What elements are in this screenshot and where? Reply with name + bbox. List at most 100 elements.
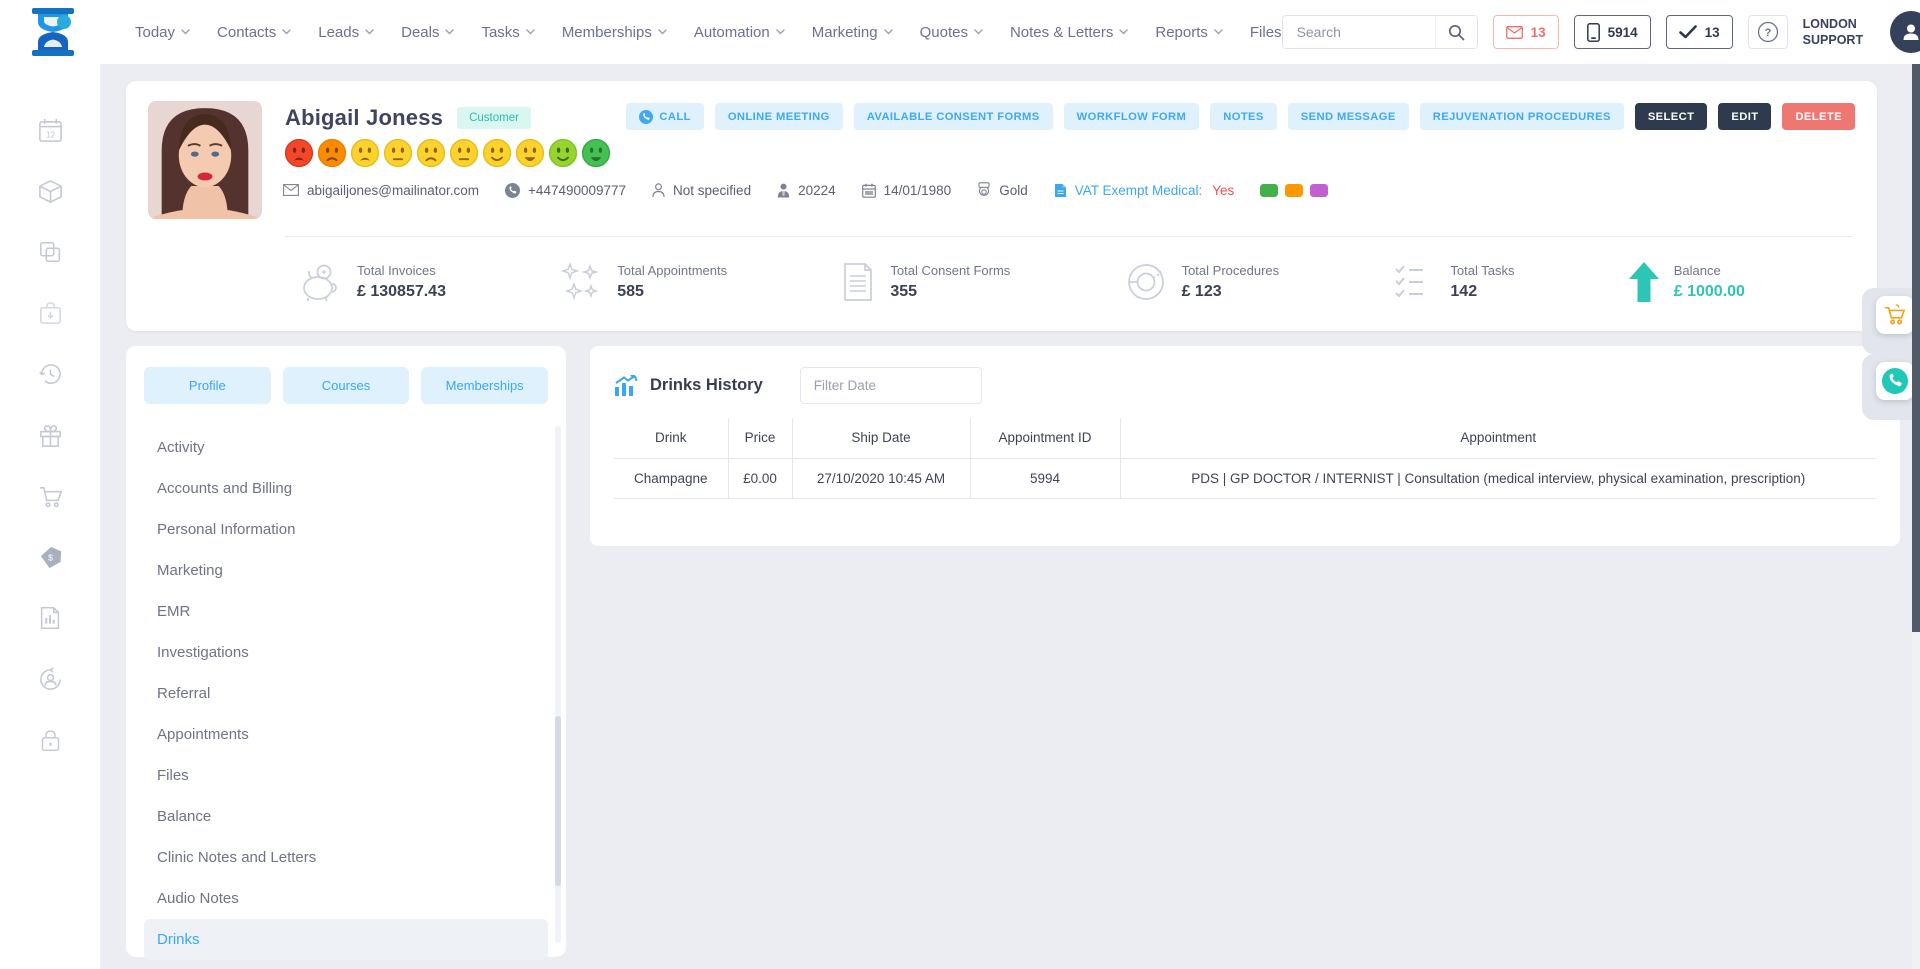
nav-memberships[interactable]: Memberships: [562, 24, 667, 41]
panel-scrollbar[interactable]: [555, 426, 561, 943]
tasks-badge-button[interactable]: 13: [1666, 15, 1733, 49]
nav-contacts[interactable]: Contacts: [217, 24, 291, 41]
drinks-history-title: Drinks History: [650, 376, 763, 395]
search-input[interactable]: [1283, 24, 1435, 40]
tab-courses[interactable]: Courses: [283, 367, 410, 404]
notes-button[interactable]: NOTES: [1210, 103, 1277, 130]
page-scrollbar[interactable]: [1912, 0, 1920, 969]
nav-marketing[interactable]: Marketing: [812, 24, 893, 41]
nav-files[interactable]: Files: [1250, 24, 1282, 41]
menu-item-investigations[interactable]: Investigations: [144, 632, 548, 673]
nav-tasks[interactable]: Tasks: [481, 24, 534, 41]
person-filled-icon: [777, 183, 790, 198]
package-icon[interactable]: [36, 177, 64, 205]
cart-float-button[interactable]: [1876, 296, 1914, 334]
nav-today[interactable]: Today: [135, 24, 190, 41]
nav-notes-letters[interactable]: Notes & Letters: [1010, 24, 1128, 41]
shopping-cart-icon: [1883, 304, 1907, 326]
topbar-right-cluster: 13 5914 13 ? LONDON SUPPORT: [1282, 11, 1920, 53]
nav-automation[interactable]: Automation: [694, 24, 785, 41]
menu-item-balance[interactable]: Balance: [144, 796, 548, 837]
nav-reports[interactable]: Reports: [1155, 24, 1223, 41]
mood-face[interactable]: [416, 138, 446, 168]
mood-face[interactable]: [350, 138, 380, 168]
button-label: AVAILABLE CONSENT FORMS: [867, 111, 1040, 123]
menu-item-activity[interactable]: Activity: [144, 427, 548, 468]
mood-face[interactable]: [449, 138, 479, 168]
mood-face[interactable]: [548, 138, 578, 168]
sms-badge-button[interactable]: 5914: [1574, 15, 1651, 49]
lock-icon[interactable]: [36, 726, 64, 754]
stat-value: £ 130857.43: [357, 283, 446, 301]
mood-face[interactable]: [581, 138, 611, 168]
nav-leads[interactable]: Leads: [318, 24, 374, 41]
chart-icon: [614, 375, 638, 397]
svg-text:12: 12: [45, 130, 55, 139]
cell-appointment: PDS | GP DOCTOR / INTERNIST | Consultati…: [1120, 458, 1876, 498]
cell-ship-date: 27/10/2020 10:45 AM: [792, 458, 970, 498]
menu-item-personal-information[interactable]: Personal Information: [144, 509, 548, 550]
customer-profile-card: Abigail Joness Customer abigailjones@mai…: [126, 81, 1877, 331]
customer-photo: [148, 101, 262, 219]
help-button[interactable]: ?: [1748, 15, 1788, 49]
menu-item-referral[interactable]: Referral: [144, 673, 548, 714]
tag-chip-purple[interactable]: [1310, 184, 1328, 197]
nav-quotes[interactable]: Quotes: [920, 24, 983, 41]
menu-item-clinic-notes-and-letters[interactable]: Clinic Notes and Letters: [144, 837, 548, 878]
tag-chip-orange[interactable]: [1285, 184, 1303, 197]
customer-phone[interactable]: +447490009777: [505, 183, 626, 198]
tab-memberships[interactable]: Memberships: [421, 367, 548, 404]
workflow-form-button[interactable]: WORKFLOW FORM: [1064, 103, 1200, 130]
delete-button[interactable]: DELETE: [1782, 103, 1855, 130]
stat-label: Total Procedures: [1182, 263, 1280, 278]
cart-icon[interactable]: [36, 482, 64, 510]
stat-total-appointments: Total Appointments 585: [560, 262, 727, 302]
panel-scrollbar-thumb[interactable]: [555, 716, 561, 886]
history-icon[interactable]: [36, 360, 64, 388]
nav-deals[interactable]: Deals: [401, 24, 454, 41]
app-logo-icon[interactable]: [30, 8, 76, 56]
price-tag-icon[interactable]: $: [36, 543, 64, 571]
customer-id: 20224: [777, 183, 836, 198]
report-icon[interactable]: [36, 604, 64, 632]
cell-appointment-id: 5994: [970, 458, 1120, 498]
mood-face[interactable]: [515, 138, 545, 168]
nav-label: Notes & Letters: [1010, 24, 1113, 41]
menu-item-appointments[interactable]: Appointments: [144, 714, 548, 755]
bag-download-icon[interactable]: [36, 299, 64, 327]
calendar-icon[interactable]: 12: [36, 116, 64, 144]
customer-email[interactable]: abigailjones@mailinator.com: [283, 183, 479, 198]
menu-item-drinks[interactable]: Drinks: [144, 919, 548, 960]
search-icon[interactable]: [1435, 16, 1477, 48]
rejuvenation-procedures-button[interactable]: REJUVENATION PROCEDURES: [1420, 103, 1624, 130]
button-label: EDIT: [1731, 111, 1758, 123]
copy-icon[interactable]: [36, 238, 64, 266]
menu-item-accounts-and-billing[interactable]: Accounts and Billing: [144, 468, 548, 509]
edit-button[interactable]: EDIT: [1718, 103, 1771, 130]
pie-chart-icon: [1125, 261, 1167, 303]
tag-chip-green[interactable]: [1260, 184, 1278, 197]
menu-item-audio-notes[interactable]: Audio Notes: [144, 878, 548, 919]
filter-date-input[interactable]: [800, 367, 982, 404]
send-message-button[interactable]: SEND MESSAGE: [1288, 103, 1409, 130]
page-scrollbar-thumb[interactable]: [1912, 0, 1920, 632]
customer-dob: 14/01/1980: [862, 183, 952, 198]
menu-item-emr[interactable]: EMR: [144, 591, 548, 632]
gift-icon[interactable]: [36, 421, 64, 449]
mood-face[interactable]: [482, 138, 512, 168]
call-button[interactable]: CALL: [626, 103, 703, 130]
account-sync-icon[interactable]: [36, 665, 64, 693]
phone-float-button[interactable]: [1876, 362, 1914, 400]
menu-item-files[interactable]: Files: [144, 755, 548, 796]
mood-face[interactable]: [317, 138, 347, 168]
menu-item-marketing[interactable]: Marketing: [144, 550, 548, 591]
table-row[interactable]: Champagne £0.00 27/10/2020 10:45 AM 5994…: [614, 458, 1876, 498]
mood-face[interactable]: [284, 138, 314, 168]
select-button[interactable]: SELECT: [1635, 103, 1708, 130]
available-consent-forms-button[interactable]: AVAILABLE CONSENT FORMS: [854, 103, 1053, 130]
user-avatar[interactable]: [1890, 11, 1920, 53]
messages-badge-button[interactable]: 13: [1493, 15, 1559, 49]
mood-face[interactable]: [383, 138, 413, 168]
online-meeting-button[interactable]: ONLINE MEETING: [715, 103, 843, 130]
tab-profile[interactable]: Profile: [144, 367, 271, 404]
